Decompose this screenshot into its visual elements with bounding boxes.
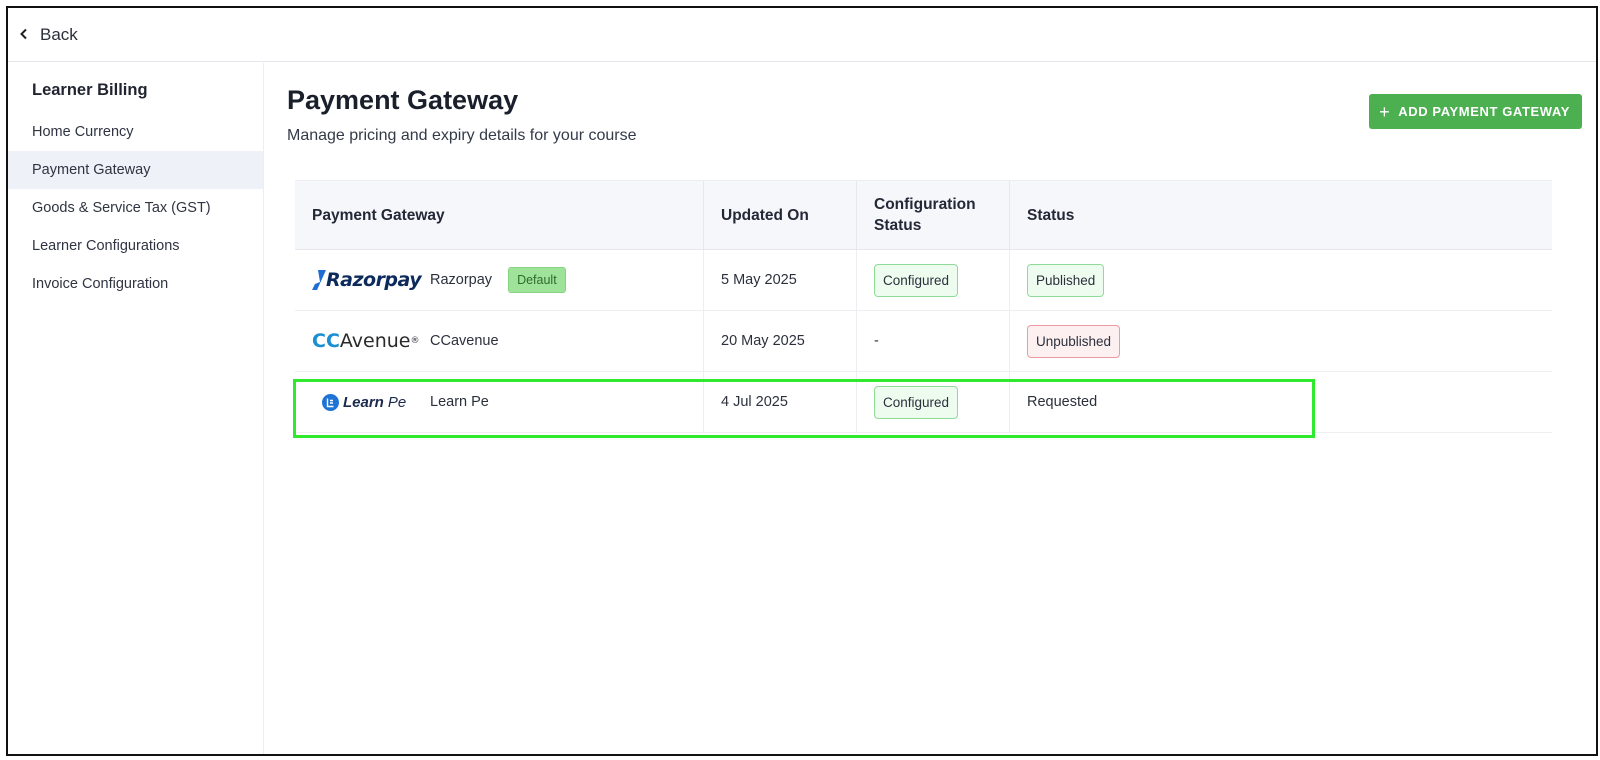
config-status-cell: Configured bbox=[857, 250, 1010, 310]
gateway-name: CCavenue bbox=[430, 333, 499, 349]
column-header-status: Status bbox=[1027, 206, 1075, 224]
ccavenue-logo: CC Avenue ® bbox=[312, 330, 422, 352]
config-status-badge: Configured bbox=[874, 263, 959, 297]
page-title: Payment Gateway bbox=[287, 85, 519, 115]
table-header: Payment Gateway Updated On Configuration… bbox=[295, 180, 1552, 250]
column-header-payment-gateway: Payment Gateway bbox=[295, 181, 704, 249]
gateway-cell: Learn Pe Learn Pe bbox=[295, 372, 704, 432]
gateway-name: Razorpay bbox=[430, 272, 493, 288]
razorpay-mark-icon bbox=[312, 270, 326, 290]
learnpe-logo-learn: Learn bbox=[343, 393, 384, 411]
sidebar-item-gst[interactable]: Goods & Service Tax (GST) bbox=[8, 189, 263, 227]
add-payment-gateway-button[interactable]: + ADD PAYMENT GATEWAY bbox=[1369, 94, 1582, 129]
razorpay-logo-text: Razorpay bbox=[326, 269, 422, 291]
app-window: Back Learner Billing Home Currency Payme… bbox=[6, 6, 1598, 756]
status-badge: Published bbox=[1027, 263, 1105, 297]
sidebar-title: Learner Billing bbox=[32, 81, 148, 99]
sidebar-item-payment-gateway[interactable]: Payment Gateway bbox=[8, 151, 263, 189]
config-status-cell: - bbox=[857, 311, 1010, 371]
column-header-configuration-status: Configuration Status bbox=[857, 181, 1010, 249]
column-header-updated-on: Updated On bbox=[704, 181, 857, 249]
gateway-cell: CC Avenue ® CCavenue bbox=[295, 311, 704, 371]
chevron-left-icon bbox=[18, 25, 30, 45]
table-row[interactable]: Learn Pe Learn Pe 4 Jul 2025 Configured R… bbox=[295, 372, 1552, 433]
ccavenue-logo-cc: CC bbox=[312, 330, 340, 352]
updated-on-cell: 5 May 2025 bbox=[704, 250, 857, 310]
learnpe-mark-icon bbox=[322, 393, 339, 411]
ccavenue-logo-reg: ® bbox=[410, 336, 420, 346]
config-status-cell: Configured bbox=[857, 372, 1010, 432]
config-status-badge: Configured bbox=[874, 385, 959, 419]
status-badge: Unpublished bbox=[1027, 324, 1121, 358]
payment-gateway-table: Payment Gateway Updated On Configuration… bbox=[295, 180, 1552, 433]
gateway-cell: Razorpay Razorpay Default bbox=[295, 250, 704, 310]
learnpe-logo: Learn Pe bbox=[312, 393, 422, 411]
updated-on-cell: 20 May 2025 bbox=[704, 311, 857, 371]
top-bar: Back bbox=[8, 8, 1596, 62]
updated-on-cell: 4 Jul 2025 bbox=[704, 372, 857, 432]
sidebar: Learner Billing Home Currency Payment Ga… bbox=[8, 63, 264, 754]
status-cell: Unpublished bbox=[1010, 311, 1552, 371]
status-cell: Published bbox=[1010, 250, 1552, 310]
sidebar-item-home-currency[interactable]: Home Currency bbox=[8, 113, 263, 151]
back-label: Back bbox=[40, 24, 78, 44]
razorpay-logo: Razorpay bbox=[312, 269, 422, 291]
gateway-name: Learn Pe bbox=[430, 394, 489, 410]
plus-icon: + bbox=[1379, 101, 1391, 122]
main-content: Payment Gateway Manage pricing and expir… bbox=[264, 63, 1596, 754]
configuration-status-label: Configuration Status bbox=[874, 196, 976, 234]
back-button[interactable]: Back bbox=[18, 25, 78, 45]
status-cell: Requested bbox=[1027, 394, 1098, 410]
sidebar-item-invoice-configuration[interactable]: Invoice Configuration bbox=[8, 265, 263, 303]
learnpe-logo-pe: Pe bbox=[387, 393, 407, 411]
page-subtitle: Manage pricing and expiry details for yo… bbox=[287, 127, 637, 144]
table-row[interactable]: Razorpay Razorpay Default 5 May 2025 Con… bbox=[295, 250, 1552, 311]
default-badge: Default bbox=[508, 267, 566, 293]
sidebar-item-learner-configurations[interactable]: Learner Configurations bbox=[8, 227, 263, 265]
add-button-label: ADD PAYMENT GATEWAY bbox=[1398, 104, 1570, 119]
table-row[interactable]: CC Avenue ® CCavenue 20 May 2025 - Unpubli… bbox=[295, 311, 1552, 372]
ccavenue-logo-avenue: Avenue bbox=[339, 330, 411, 352]
